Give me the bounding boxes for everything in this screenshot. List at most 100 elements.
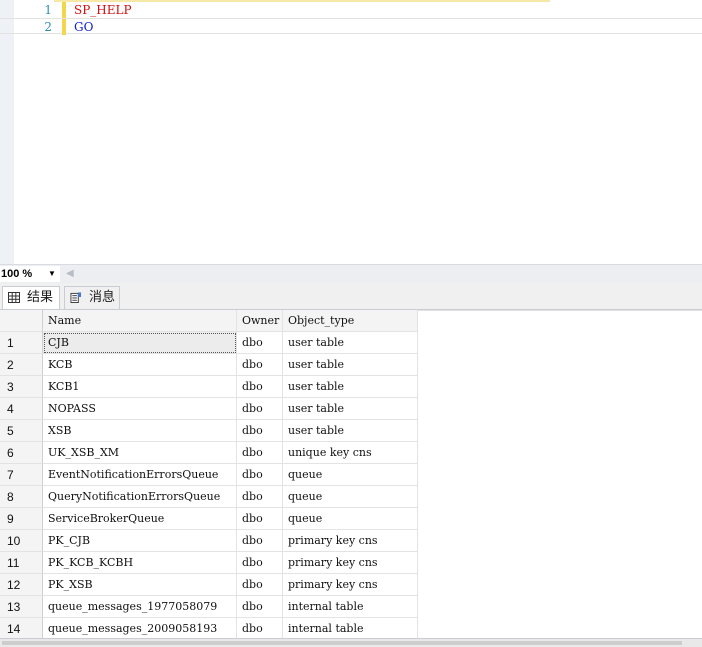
editor-status-bar: 100 % ▼ ◀ xyxy=(0,264,702,283)
table-row[interactable]: 13 queue_messages_1977058079 dbo interna… xyxy=(0,596,418,618)
table-row[interactable]: 7 EventNotificationErrorsQueue dbo queue xyxy=(0,464,418,486)
line-number: 2 xyxy=(44,20,52,34)
table-row[interactable]: 11 PK_KCB_KCBH dbo primary key cns xyxy=(0,552,418,574)
cell-name[interactable]: PK_XSB xyxy=(43,574,237,596)
cell-name[interactable]: EventNotificationErrorsQueue xyxy=(43,464,237,486)
cell-name[interactable]: ServiceBrokerQueue xyxy=(43,508,237,530)
change-indicator xyxy=(62,2,66,18)
row-number[interactable]: 4 xyxy=(0,398,43,420)
row-number[interactable]: 3 xyxy=(0,376,43,398)
grid-divider xyxy=(418,310,702,311)
grid-header-row: Name Owner Object_type xyxy=(0,310,418,332)
cell-name[interactable]: PK_CJB xyxy=(43,530,237,552)
cell-object-type[interactable]: queue xyxy=(283,464,418,486)
code-line-1[interactable]: 1 SP_HELP xyxy=(0,2,702,18)
row-number[interactable]: 7 xyxy=(0,464,43,486)
tab-results[interactable]: 结果 xyxy=(2,286,60,309)
query-editor[interactable]: 1 SP_HELP 2 GO xyxy=(0,0,702,264)
cell-owner[interactable]: dbo xyxy=(237,530,283,552)
cell-object-type[interactable]: user table xyxy=(283,398,418,420)
cell-object-type[interactable]: user table xyxy=(283,376,418,398)
zoom-dropdown[interactable]: 100 % ▼ xyxy=(0,266,60,282)
selection-margin[interactable] xyxy=(0,0,14,264)
cell-object-type[interactable]: internal table xyxy=(283,618,418,638)
cell-name[interactable]: QueryNotificationErrorsQueue xyxy=(43,486,237,508)
cell-name[interactable]: KCB xyxy=(43,354,237,376)
scroll-left-icon[interactable]: ◀ xyxy=(66,266,74,282)
line-number: 1 xyxy=(44,3,52,17)
table-row[interactable]: 6 UK_XSB_XM dbo unique key cns xyxy=(0,442,418,464)
cell-object-type[interactable]: primary key cns xyxy=(283,530,418,552)
tab-results-label: 结果 xyxy=(27,290,54,305)
row-number[interactable]: 5 xyxy=(0,420,43,442)
table-row[interactable]: 14 queue_messages_2009058193 dbo interna… xyxy=(0,618,418,638)
cell-name[interactable]: UK_XSB_XM xyxy=(43,442,237,464)
cell-owner[interactable]: dbo xyxy=(237,332,283,354)
cell-object-type[interactable]: primary key cns xyxy=(283,552,418,574)
row-number[interactable]: 1 xyxy=(0,332,43,354)
row-selector-header[interactable] xyxy=(0,310,43,332)
column-header-object-type[interactable]: Object_type xyxy=(283,310,418,332)
table-row[interactable]: 2 KCB dbo user table xyxy=(0,354,418,376)
cell-owner[interactable]: dbo xyxy=(237,376,283,398)
message-icon xyxy=(70,292,82,303)
row-number[interactable]: 12 xyxy=(0,574,43,596)
zoom-value: 100 % xyxy=(1,268,33,280)
cell-object-type[interactable]: internal table xyxy=(283,596,418,618)
table-row[interactable]: 3 KCB1 dbo user table xyxy=(0,376,418,398)
results-grid[interactable]: Name Owner Object_type 1 CJB dbo user ta… xyxy=(0,310,702,638)
cell-object-type[interactable]: user table xyxy=(283,354,418,376)
cell-owner[interactable]: dbo xyxy=(237,354,283,376)
column-header-name[interactable]: Name xyxy=(43,310,237,332)
row-number[interactable]: 13 xyxy=(0,596,43,618)
cell-object-type[interactable]: primary key cns xyxy=(283,574,418,596)
cell-object-type[interactable]: user table xyxy=(283,420,418,442)
row-number[interactable]: 9 xyxy=(0,508,43,530)
table-row[interactable]: 8 QueryNotificationErrorsQueue dbo queue xyxy=(0,486,418,508)
cell-name[interactable]: KCB1 xyxy=(43,376,237,398)
change-indicator xyxy=(62,19,66,35)
row-number[interactable]: 10 xyxy=(0,530,43,552)
line-number-gutter xyxy=(14,0,54,264)
code-line-2[interactable]: 2 GO xyxy=(0,18,702,35)
tab-messages[interactable]: 消息 xyxy=(64,286,120,309)
table-row[interactable]: 9 ServiceBrokerQueue dbo queue xyxy=(0,508,418,530)
column-header-owner[interactable]: Owner xyxy=(237,310,283,332)
results-tab-bar: 结果 消息 xyxy=(0,283,702,310)
row-number[interactable]: 2 xyxy=(0,354,43,376)
cell-name[interactable]: queue_messages_2009058193 xyxy=(43,618,237,638)
chevron-down-icon[interactable]: ▼ xyxy=(48,266,56,282)
cell-owner[interactable]: dbo xyxy=(237,398,283,420)
code-text[interactable]: SP_HELP xyxy=(74,2,132,18)
cell-owner[interactable]: dbo xyxy=(237,486,283,508)
cell-object-type[interactable]: queue xyxy=(283,486,418,508)
cell-owner[interactable]: dbo xyxy=(237,508,283,530)
row-number[interactable]: 8 xyxy=(0,486,43,508)
cell-owner[interactable]: dbo xyxy=(237,464,283,486)
table-row[interactable]: 12 PK_XSB dbo primary key cns xyxy=(0,574,418,596)
cell-owner[interactable]: dbo xyxy=(237,574,283,596)
cell-name[interactable]: NOPASS xyxy=(43,398,237,420)
cell-owner[interactable]: dbo xyxy=(237,420,283,442)
cell-object-type[interactable]: user table xyxy=(283,332,418,354)
cell-owner[interactable]: dbo xyxy=(237,552,283,574)
cell-name[interactable]: PK_KCB_KCBH xyxy=(43,552,237,574)
cell-owner[interactable]: dbo xyxy=(237,596,283,618)
cell-owner[interactable]: dbo xyxy=(237,618,283,638)
table-row[interactable]: 10 PK_CJB dbo primary key cns xyxy=(0,530,418,552)
cell-object-type[interactable]: unique key cns xyxy=(283,442,418,464)
cell-name[interactable]: queue_messages_1977058079 xyxy=(43,596,237,618)
scroll-thumb[interactable] xyxy=(2,641,682,645)
code-text[interactable]: GO xyxy=(74,19,93,35)
table-row[interactable]: 5 XSB dbo user table xyxy=(0,420,418,442)
row-number[interactable]: 11 xyxy=(0,552,43,574)
cell-owner[interactable]: dbo xyxy=(237,442,283,464)
cell-name[interactable]: CJB xyxy=(43,332,237,354)
cell-object-type[interactable]: queue xyxy=(283,508,418,530)
row-number[interactable]: 14 xyxy=(0,618,43,638)
cell-name[interactable]: XSB xyxy=(43,420,237,442)
row-number[interactable]: 6 xyxy=(0,442,43,464)
table-row[interactable]: 4 NOPASS dbo user table xyxy=(0,398,418,420)
grid-icon xyxy=(8,292,20,303)
table-row[interactable]: 1 CJB dbo user table xyxy=(0,332,418,354)
